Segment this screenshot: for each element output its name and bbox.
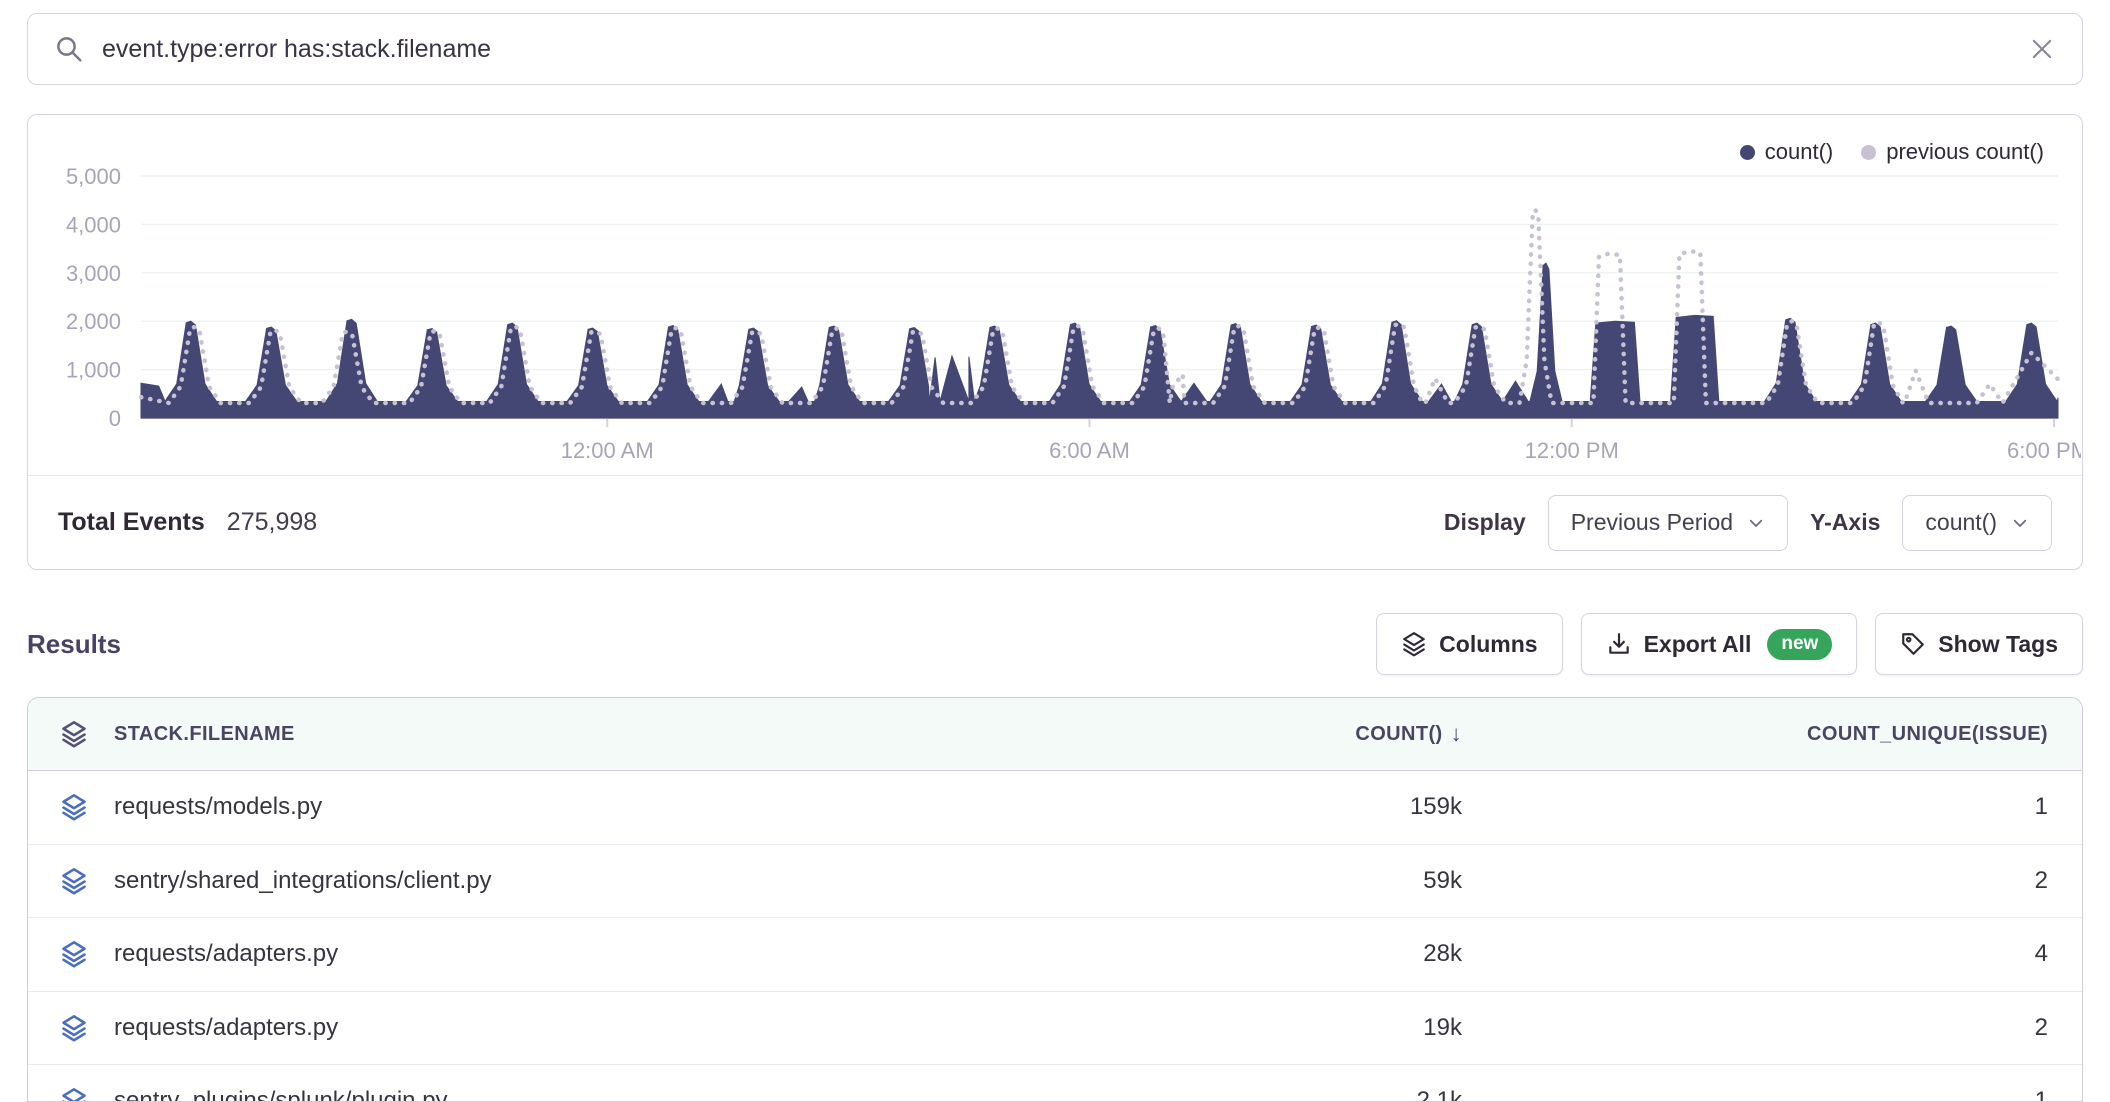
table-body: requests/models.py 159k 1 sentry/shared_… <box>28 771 2082 1102</box>
cell-stack-filename[interactable]: sentry/shared_integrations/client.py <box>88 867 1042 895</box>
events-chart-card: count() previous count() 0 1,000 2,000 3,00… <box>27 114 2083 570</box>
cell-stack-filename[interactable]: requests/adapters.py <box>88 1014 1042 1042</box>
yaxis-select[interactable]: count() <box>1902 495 2052 551</box>
svg-text:1,000: 1,000 <box>66 358 121 383</box>
new-badge: new <box>1767 629 1832 660</box>
table-row[interactable]: requests/models.py 159k 1 <box>28 771 2082 845</box>
search-icon <box>54 34 84 64</box>
svg-text:2,000: 2,000 <box>66 309 121 334</box>
search-input[interactable] <box>102 35 2028 64</box>
cell-count: 59k <box>1042 867 1462 895</box>
legend-item-previous-count[interactable]: previous count() <box>1861 139 2044 165</box>
cell-stack-filename[interactable]: requests/models.py <box>88 793 1042 821</box>
legend-item-count[interactable]: count() <box>1740 139 1833 165</box>
table-header-row: STACK.FILENAME COUNT() ↓ COUNT_UNIQUE(IS… <box>28 698 2082 771</box>
cell-stack-filename[interactable]: requests/adapters.py <box>88 940 1042 968</box>
cell-count: 2.1k <box>1042 1087 1462 1102</box>
svg-text:4,000: 4,000 <box>66 212 121 237</box>
layers-icon <box>28 1014 88 1042</box>
legend-dot-previous-count <box>1861 145 1876 160</box>
legend-label-previous-count: previous count() <box>1886 139 2044 165</box>
sort-desc-icon: ↓ <box>1451 721 1462 747</box>
cell-count-unique: 1 <box>1462 793 2082 821</box>
clear-search-icon[interactable] <box>2028 35 2056 63</box>
chevron-down-icon <box>2011 514 2029 532</box>
layers-icon <box>28 793 88 821</box>
cell-stack-filename[interactable]: sentry_plugins/splunk/plugin.py <box>88 1087 1042 1102</box>
cell-count-unique: 2 <box>1462 867 2082 895</box>
svg-text:0: 0 <box>109 406 121 431</box>
results-header-row: Results Columns Export All new Show Tags <box>27 613 2083 675</box>
svg-text:12:00 AM: 12:00 AM <box>561 438 654 463</box>
results-title: Results <box>27 629 121 660</box>
svg-text:12:00 PM: 12:00 PM <box>1525 438 1619 463</box>
layers-icon <box>28 1087 88 1102</box>
cell-count: 159k <box>1042 793 1462 821</box>
results-table: STACK.FILENAME COUNT() ↓ COUNT_UNIQUE(IS… <box>27 697 2083 1102</box>
svg-text:3,000: 3,000 <box>66 261 121 286</box>
svg-text:6:00 PM: 6:00 PM <box>2007 438 2081 463</box>
events-chart[interactable]: 0 1,000 2,000 3,000 4,000 5,000 12:00 AM 6:00 A… <box>28 115 2081 475</box>
table-row[interactable]: sentry_plugins/splunk/plugin.py 2.1k 1 <box>28 1065 2082 1102</box>
column-header-count[interactable]: COUNT() ↓ <box>1042 721 1462 747</box>
columns-button[interactable]: Columns <box>1376 613 1562 675</box>
layers-icon <box>1401 631 1427 657</box>
columns-button-label: Columns <box>1439 631 1537 658</box>
cell-count: 28k <box>1042 940 1462 968</box>
chevron-down-icon <box>1747 514 1765 532</box>
table-row[interactable]: sentry/shared_integrations/client.py 59k… <box>28 845 2082 919</box>
show-tags-button[interactable]: Show Tags <box>1875 613 2083 675</box>
tag-icon <box>1900 631 1926 657</box>
cell-count: 19k <box>1042 1014 1462 1042</box>
cell-count-unique: 4 <box>1462 940 2082 968</box>
svg-text:6:00 AM: 6:00 AM <box>1049 438 1130 463</box>
cell-count-unique: 1 <box>1462 1087 2082 1102</box>
display-label: Display <box>1444 509 1526 536</box>
chart-footer: Total Events 275,998 Display Previous Pe… <box>28 475 2082 569</box>
export-all-button-label: Export All <box>1644 631 1752 658</box>
yaxis-select-value: count() <box>1925 509 1997 536</box>
total-events-label: Total Events <box>58 508 205 537</box>
total-events-value: 275,998 <box>227 508 317 537</box>
layers-icon <box>28 940 88 968</box>
display-select[interactable]: Previous Period <box>1548 495 1788 551</box>
yaxis-label: Y-Axis <box>1810 509 1880 536</box>
download-icon <box>1606 631 1632 657</box>
legend-label-count: count() <box>1765 139 1833 165</box>
layers-icon <box>28 867 88 895</box>
layers-icon <box>60 720 88 748</box>
legend-dot-count <box>1740 145 1755 160</box>
cell-count-unique: 2 <box>1462 1014 2082 1042</box>
column-menu-button[interactable] <box>28 720 88 748</box>
chart-legend: count() previous count() <box>1740 139 2044 165</box>
export-all-button[interactable]: Export All new <box>1581 613 1858 675</box>
table-row[interactable]: requests/adapters.py 28k 4 <box>28 918 2082 992</box>
show-tags-button-label: Show Tags <box>1938 631 2058 658</box>
table-row[interactable]: requests/adapters.py 19k 2 <box>28 992 2082 1066</box>
svg-text:5,000: 5,000 <box>66 164 121 189</box>
search-bar <box>27 13 2083 85</box>
display-select-value: Previous Period <box>1571 509 1733 536</box>
column-header-stack-filename[interactable]: STACK.FILENAME <box>88 723 1042 746</box>
column-header-count-unique[interactable]: COUNT_UNIQUE(ISSUE) <box>1462 723 2082 746</box>
